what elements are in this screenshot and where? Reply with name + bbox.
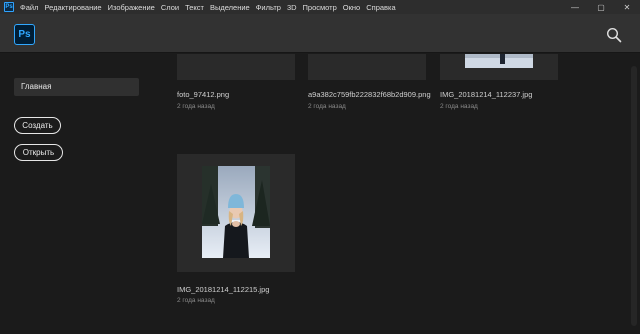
menu-help[interactable]: Справка	[366, 3, 395, 12]
sidebar: Главная Создать Открыть	[0, 54, 160, 334]
file-name: IMG_20181214_112215.jpg	[177, 285, 270, 294]
menu-file[interactable]: Файл	[20, 3, 38, 12]
file-name: foto_97412.png	[177, 90, 230, 99]
create-button[interactable]: Создать	[14, 117, 61, 134]
menu-select[interactable]: Выделение	[210, 3, 250, 12]
menu-window[interactable]: Окно	[343, 3, 360, 12]
file-name: IMG_20181214_112237.jpg	[440, 90, 533, 99]
file-date: 2 года назад	[308, 103, 346, 110]
close-button[interactable]: ✕	[614, 0, 640, 14]
file-date: 2 года назад	[177, 297, 215, 304]
photo-thumbnail-image	[465, 54, 533, 68]
scrollbar-thumb[interactable]	[631, 66, 637, 326]
content-scrollbar[interactable]	[628, 54, 640, 334]
file-name: a9a382c759fb222832f68b2d909.png	[308, 90, 431, 99]
menu-bar: Ps Файл Редактирование Изображение Слои …	[0, 0, 640, 14]
file-card[interactable]: a9a382c759fb222832f68b2d909.png 2 года н…	[308, 54, 431, 110]
file-card[interactable]: IMG_20181214_112237.jpg 2 года назад	[440, 54, 558, 110]
recent-files-grid: foto_97412.png 2 года назад a9a382c759fb…	[160, 54, 628, 334]
search-icon	[606, 27, 622, 43]
file-thumbnail[interactable]	[440, 54, 558, 80]
sidebar-item-home[interactable]: Главная	[14, 78, 139, 96]
maximize-button[interactable]: ▢	[588, 0, 614, 14]
photoshop-logo: Ps	[14, 24, 35, 45]
menu-layers[interactable]: Слои	[161, 3, 179, 12]
photoshop-app-icon[interactable]: Ps	[4, 2, 14, 12]
menu-filter[interactable]: Фильтр	[256, 3, 281, 12]
file-card[interactable]: foto_97412.png 2 года назад	[177, 54, 295, 110]
menu-edit[interactable]: Редактирование	[44, 3, 101, 12]
menu-3d[interactable]: 3D	[287, 3, 297, 12]
menu-type[interactable]: Текст	[185, 3, 204, 12]
file-thumbnail[interactable]	[177, 54, 295, 80]
file-thumbnail[interactable]	[177, 154, 295, 272]
photo-thumbnail-image	[202, 166, 270, 258]
open-button[interactable]: Открыть	[14, 144, 63, 161]
app-header: Ps	[0, 14, 640, 53]
file-thumbnail[interactable]	[308, 54, 426, 80]
file-date: 2 года назад	[440, 103, 478, 110]
file-card[interactable]: IMG_20181214_112215.jpg 2 года назад	[177, 154, 295, 304]
window-controls: — ▢ ✕	[562, 0, 640, 14]
search-button[interactable]	[606, 27, 622, 43]
file-date: 2 года назад	[177, 103, 215, 110]
menu-view[interactable]: Просмотр	[303, 3, 337, 12]
minimize-button[interactable]: —	[562, 0, 588, 14]
menu-image[interactable]: Изображение	[108, 3, 155, 12]
